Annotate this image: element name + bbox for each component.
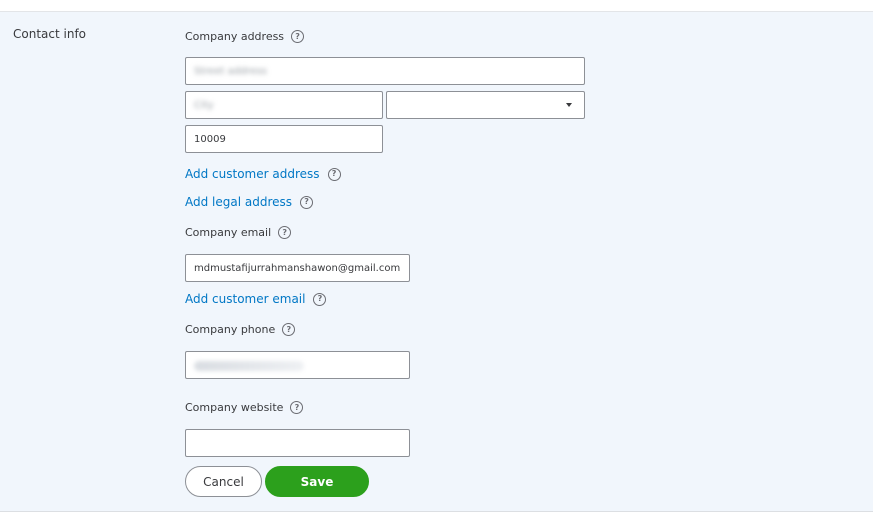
company-email-input[interactable]: mdmustafijurrahmanshawon@gmail.com <box>185 254 410 282</box>
company-email-value: mdmustafijurrahmanshawon@gmail.com <box>194 262 401 274</box>
chevron-down-icon <box>566 103 572 107</box>
city-input[interactable]: City <box>185 91 383 119</box>
zip-value: 10009 <box>194 133 226 145</box>
save-button[interactable]: Save <box>265 466 369 497</box>
add-customer-address-link[interactable]: Add customer address ? <box>185 167 341 181</box>
company-phone-input[interactable] <box>185 351 410 379</box>
company-address-label-text: Company address <box>185 30 285 43</box>
add-legal-address-link[interactable]: Add legal address ? <box>185 195 314 209</box>
zip-input[interactable]: 10009 <box>185 125 383 153</box>
street-address-input[interactable]: Street address <box>185 57 585 85</box>
help-icon[interactable]: ? <box>278 226 292 239</box>
company-email-label-text: Company email <box>185 226 272 239</box>
city-placeholder: City <box>194 99 214 111</box>
cancel-button-label: Cancel <box>203 474 244 489</box>
redacted-phone <box>194 361 304 371</box>
top-divider <box>0 0 873 12</box>
help-icon[interactable]: ? <box>291 30 305 43</box>
add-legal-address-text[interactable]: Add legal address <box>185 195 292 209</box>
help-icon[interactable]: ? <box>327 167 341 181</box>
add-customer-address-text[interactable]: Add customer address <box>185 167 320 181</box>
bottom-divider <box>0 512 873 523</box>
help-icon[interactable]: ? <box>290 401 304 414</box>
cancel-button[interactable]: Cancel <box>185 466 262 497</box>
help-icon[interactable]: ? <box>282 323 296 336</box>
company-website-label: Company website ? <box>185 401 304 414</box>
company-website-input[interactable] <box>185 429 410 457</box>
section-label: Contact info <box>13 27 87 41</box>
company-phone-label: Company phone ? <box>185 323 296 336</box>
state-select[interactable] <box>386 91 585 119</box>
company-phone-label-text: Company phone <box>185 323 276 336</box>
add-customer-email-link[interactable]: Add customer email ? <box>185 292 327 306</box>
street-address-placeholder: Street address <box>194 65 267 77</box>
company-address-label: Company address ? <box>185 30 305 43</box>
add-customer-email-text[interactable]: Add customer email <box>185 292 305 306</box>
contact-info-panel <box>0 12 873 512</box>
save-button-label: Save <box>300 474 334 489</box>
company-website-label-text: Company website <box>185 401 284 414</box>
company-email-label: Company email ? <box>185 226 292 239</box>
help-icon[interactable]: ? <box>300 195 314 209</box>
help-icon[interactable]: ? <box>313 292 327 306</box>
